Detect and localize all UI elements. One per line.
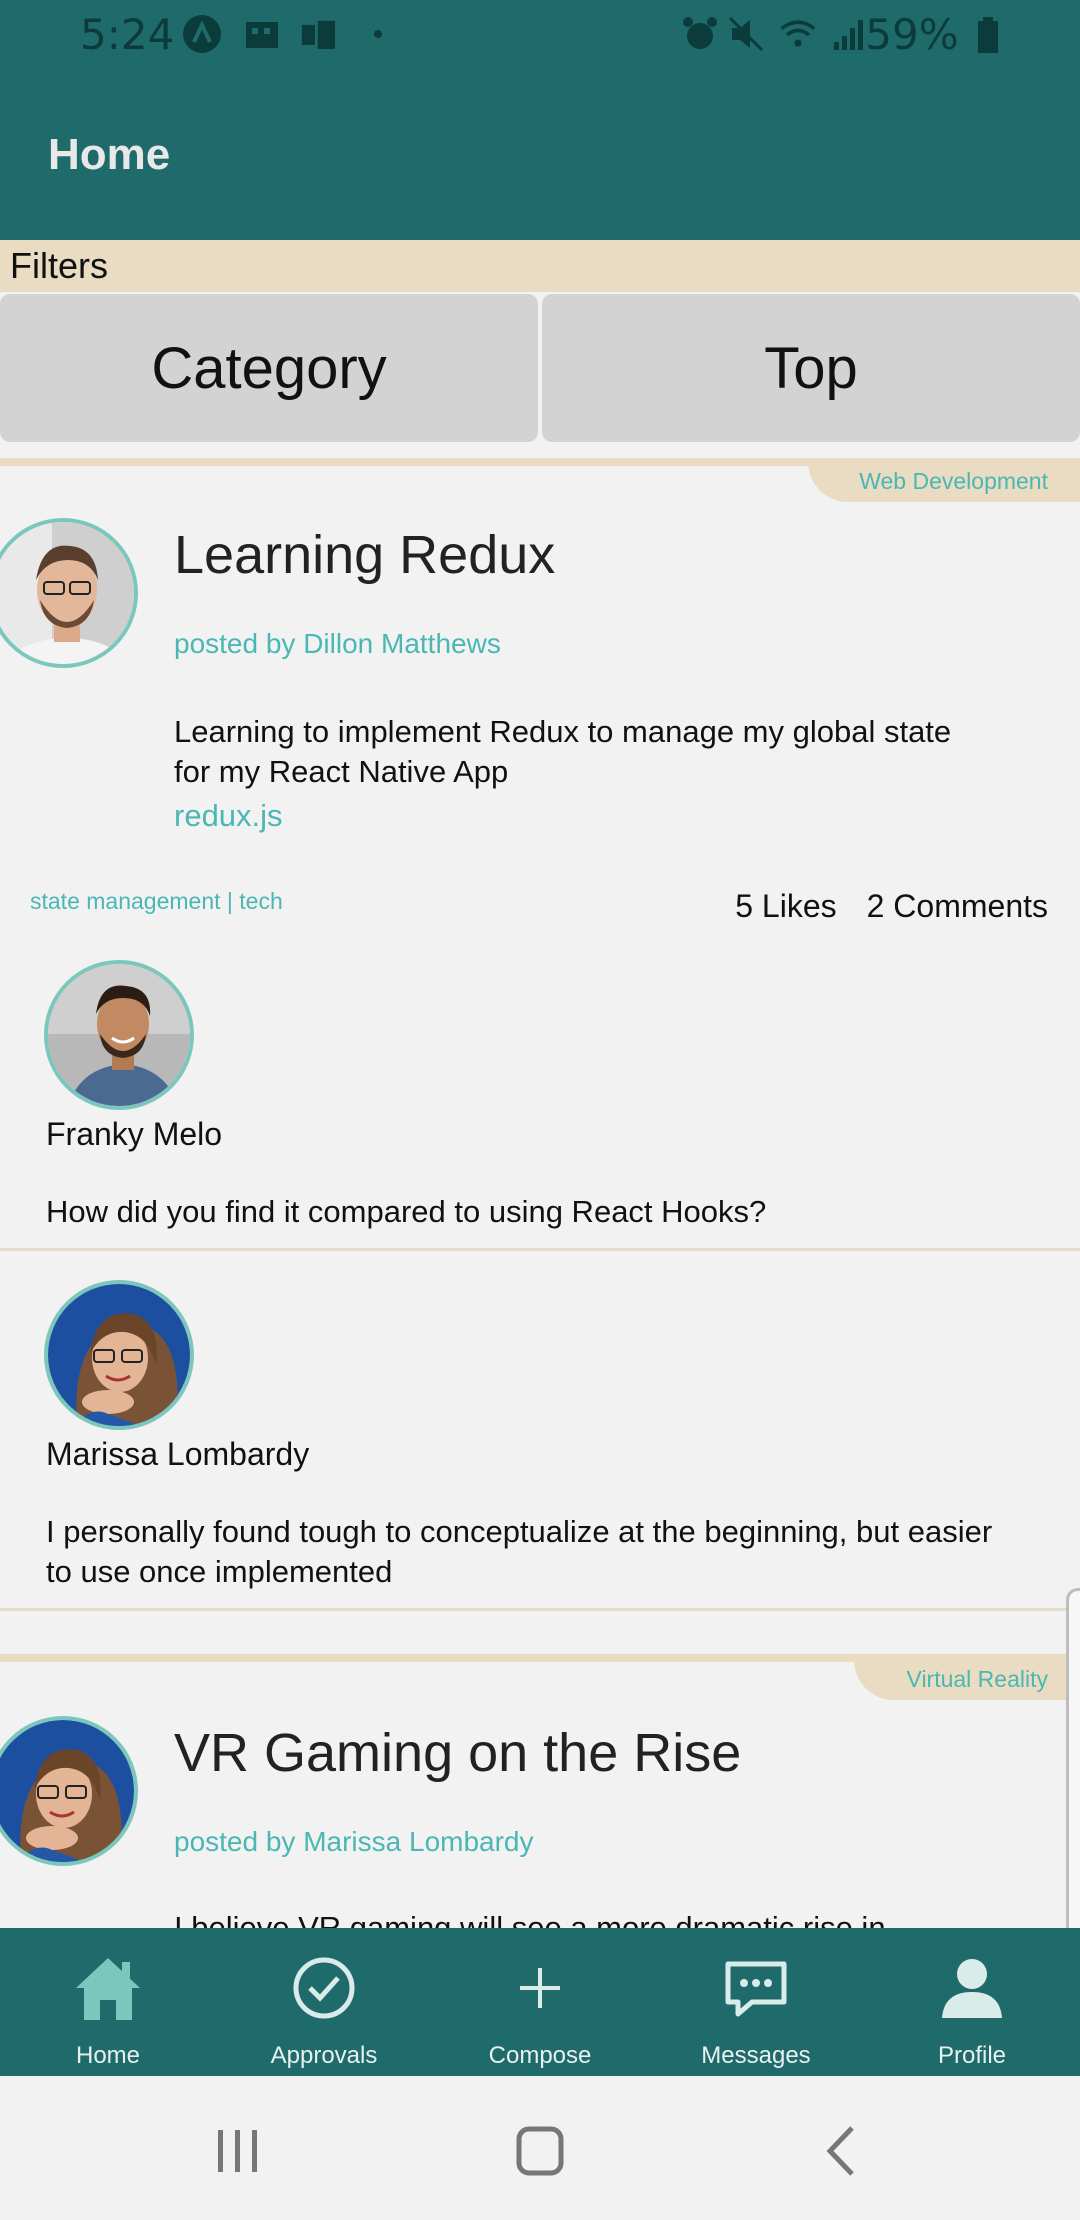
post-author[interactable]: posted by Dillon Matthews <box>174 628 501 660</box>
post-link[interactable]: redux.js <box>174 798 283 834</box>
filters-label: Filters <box>0 240 1080 292</box>
comment-divider <box>0 1608 1080 1611</box>
battery-percent: 59% <box>865 10 959 59</box>
mute-icon <box>726 14 766 54</box>
battery-icon <box>978 17 998 53</box>
nav-label: Compose <box>488 2042 592 2069</box>
dot-icon <box>358 14 398 54</box>
post-category-badge[interactable]: Virtual Reality <box>854 1658 1080 1700</box>
comment-author[interactable]: Marissa Lombardy <box>46 1436 309 1473</box>
check-circle-icon <box>293 1957 355 2019</box>
likes-count[interactable]: 5 Likes <box>735 888 836 924</box>
avatar-image <box>48 964 190 1106</box>
home-icon <box>76 1958 140 2020</box>
nav-item-approvals[interactable]: Approvals <box>216 1928 432 2076</box>
person-icon <box>942 1959 1002 2018</box>
nav-label: Home <box>75 2042 141 2069</box>
nav-label: Approvals <box>270 2042 378 2069</box>
alarm-icon <box>680 14 720 54</box>
comment-text: I personally found tough to conceptualiz… <box>46 1514 993 1589</box>
post-title[interactable]: VR Gaming on the Rise <box>174 1722 741 1784</box>
wifi-icon <box>778 14 818 54</box>
category-filter-button[interactable]: Category <box>0 294 538 442</box>
plus-icon <box>520 1968 560 2008</box>
avatar[interactable] <box>44 960 194 1110</box>
back-icon[interactable] <box>802 2116 882 2186</box>
device-notification-icon <box>300 14 340 54</box>
status-bar: 5:24 59% <box>0 0 1080 72</box>
avatar[interactable] <box>44 1280 194 1430</box>
comments-count[interactable]: 2 Comments <box>867 888 1048 924</box>
home-button-icon[interactable] <box>500 2116 580 2186</box>
nav-item-profile[interactable]: Profile <box>864 1928 1080 2076</box>
comment-author[interactable]: Franky Melo <box>46 1116 222 1153</box>
avatar[interactable] <box>0 518 138 668</box>
app-notification-icon <box>182 14 222 54</box>
app-bar: Home <box>0 72 1080 240</box>
avatar-image <box>48 1284 190 1426</box>
post-stats: 5 Likes 2 Comments <box>705 888 1048 925</box>
nav-label: Profile <box>937 2042 1007 2069</box>
post-body: I believe VR gaming will see a more dram… <box>174 1910 994 1928</box>
status-time: 5:24 <box>80 10 175 59</box>
post-title[interactable]: Learning Redux <box>174 524 555 586</box>
nav-item-compose[interactable]: Compose <box>432 1928 648 2076</box>
avatar-image <box>0 522 134 664</box>
system-nav-bar <box>0 2076 1080 2220</box>
post-author[interactable]: posted by Marissa Lombardy <box>174 1826 534 1858</box>
nav-item-home[interactable]: Home <box>0 1928 216 2076</box>
gallery-notification-icon <box>242 14 282 54</box>
post-body-text: I believe VR gaming will see a more dram… <box>174 1910 886 1928</box>
comment-divider <box>0 1248 1080 1251</box>
bottom-nav: Home Approvals Compose Messages Profile <box>0 1928 1080 2076</box>
chat-icon <box>725 1961 787 2017</box>
avatar[interactable] <box>0 1716 138 1866</box>
avatar-image <box>0 1720 134 1862</box>
recent-apps-icon[interactable] <box>198 2116 278 2186</box>
signal-icon <box>830 14 870 54</box>
top-filter-button[interactable]: Top <box>542 294 1080 442</box>
post-category-badge[interactable]: Web Development <box>808 460 1080 502</box>
nav-label: Messages <box>701 2042 811 2069</box>
post-tags: state management | tech <box>30 888 283 914</box>
post-body: Learning to implement Redux to manage my… <box>174 714 952 789</box>
nav-item-messages[interactable]: Messages <box>648 1928 864 2076</box>
comment-text: How did you find it compared to using Re… <box>46 1194 767 1229</box>
page-title: Home <box>48 130 171 179</box>
